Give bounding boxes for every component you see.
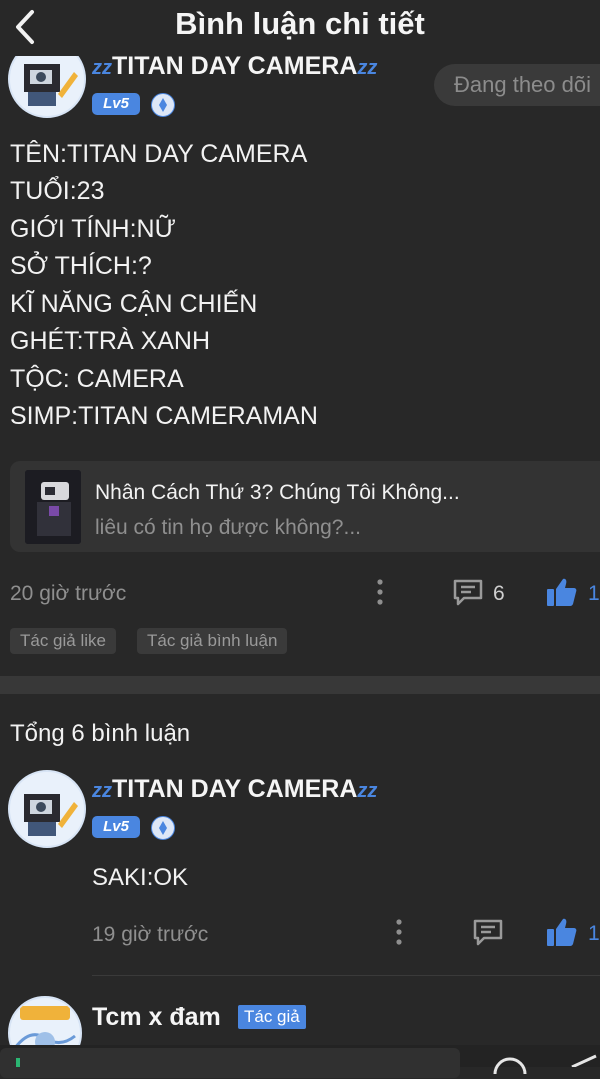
post-line: TỘC: CAMERA [10,365,184,393]
post-timestamp: 20 giờ trước [10,582,127,605]
page-title: Bình luận chi tiết [175,6,425,41]
commenter-name[interactable]: Tcm x đam [92,1003,221,1032]
comment-separator [92,975,600,976]
comment-text: SAKI:OK [92,864,189,891]
emoji-icon[interactable] [492,1054,528,1079]
comment-timestamp: 19 giờ trước [92,923,209,946]
author-commented-tag: Tác giả bình luận [137,628,288,654]
commenter-avatar[interactable] [8,770,86,848]
more-options-icon[interactable] [372,578,388,606]
shield-badge-icon [151,93,175,117]
post-line: GHÉT:TRÀ XANH [10,327,211,355]
commenter-name[interactable]: zzTITAN DAY CAMERAzz [92,775,377,804]
level-badge: Lv5 [92,93,140,115]
author-name[interactable]: zzTITAN DAY CAMERAzz [92,52,377,81]
top-bar: Bình luận chi tiết [0,0,600,56]
input-cursor [16,1058,20,1067]
linked-story-title[interactable]: Nhân Cách Thứ 3? Chúng Tôi Không... [95,481,460,505]
like-thumb-icon[interactable] [546,916,578,948]
shield-badge-icon [151,816,175,840]
linked-story-subtitle: liêu có tin họ được không?... [95,516,361,539]
post-line: TUỔI:23 [10,177,105,205]
send-icon[interactable] [568,1054,600,1069]
reply-icon[interactable] [472,918,504,946]
level-badge: Lv5 [92,816,140,838]
section-divider [0,676,600,694]
post-line: SỞ THÍCH:? [10,252,152,280]
more-options-icon[interactable] [391,918,407,946]
author-tag: Tác giả [238,1005,306,1029]
comment-input[interactable] [0,1048,460,1078]
post-line: GIỚI TÍNH:NỮ [10,215,176,243]
post-line: SIMP:TITAN CAMERAMAN [10,402,318,430]
post-line: TÊN:TITAN DAY CAMERA [10,140,308,168]
like-count: 1 [588,582,600,605]
like-thumb-icon[interactable] [546,576,578,608]
post-line: KĨ NĂNG CẬN CHIẾN [10,290,258,318]
like-count: 1 [588,922,600,945]
comment-icon[interactable] [452,578,484,606]
comments-total: Tổng 6 bình luận [10,720,191,747]
author-liked-tag: Tác giả like [10,628,116,654]
follow-button[interactable]: Đang theo dõi [434,64,600,106]
story-thumbnail [25,470,81,544]
comment-count: 6 [493,582,505,605]
